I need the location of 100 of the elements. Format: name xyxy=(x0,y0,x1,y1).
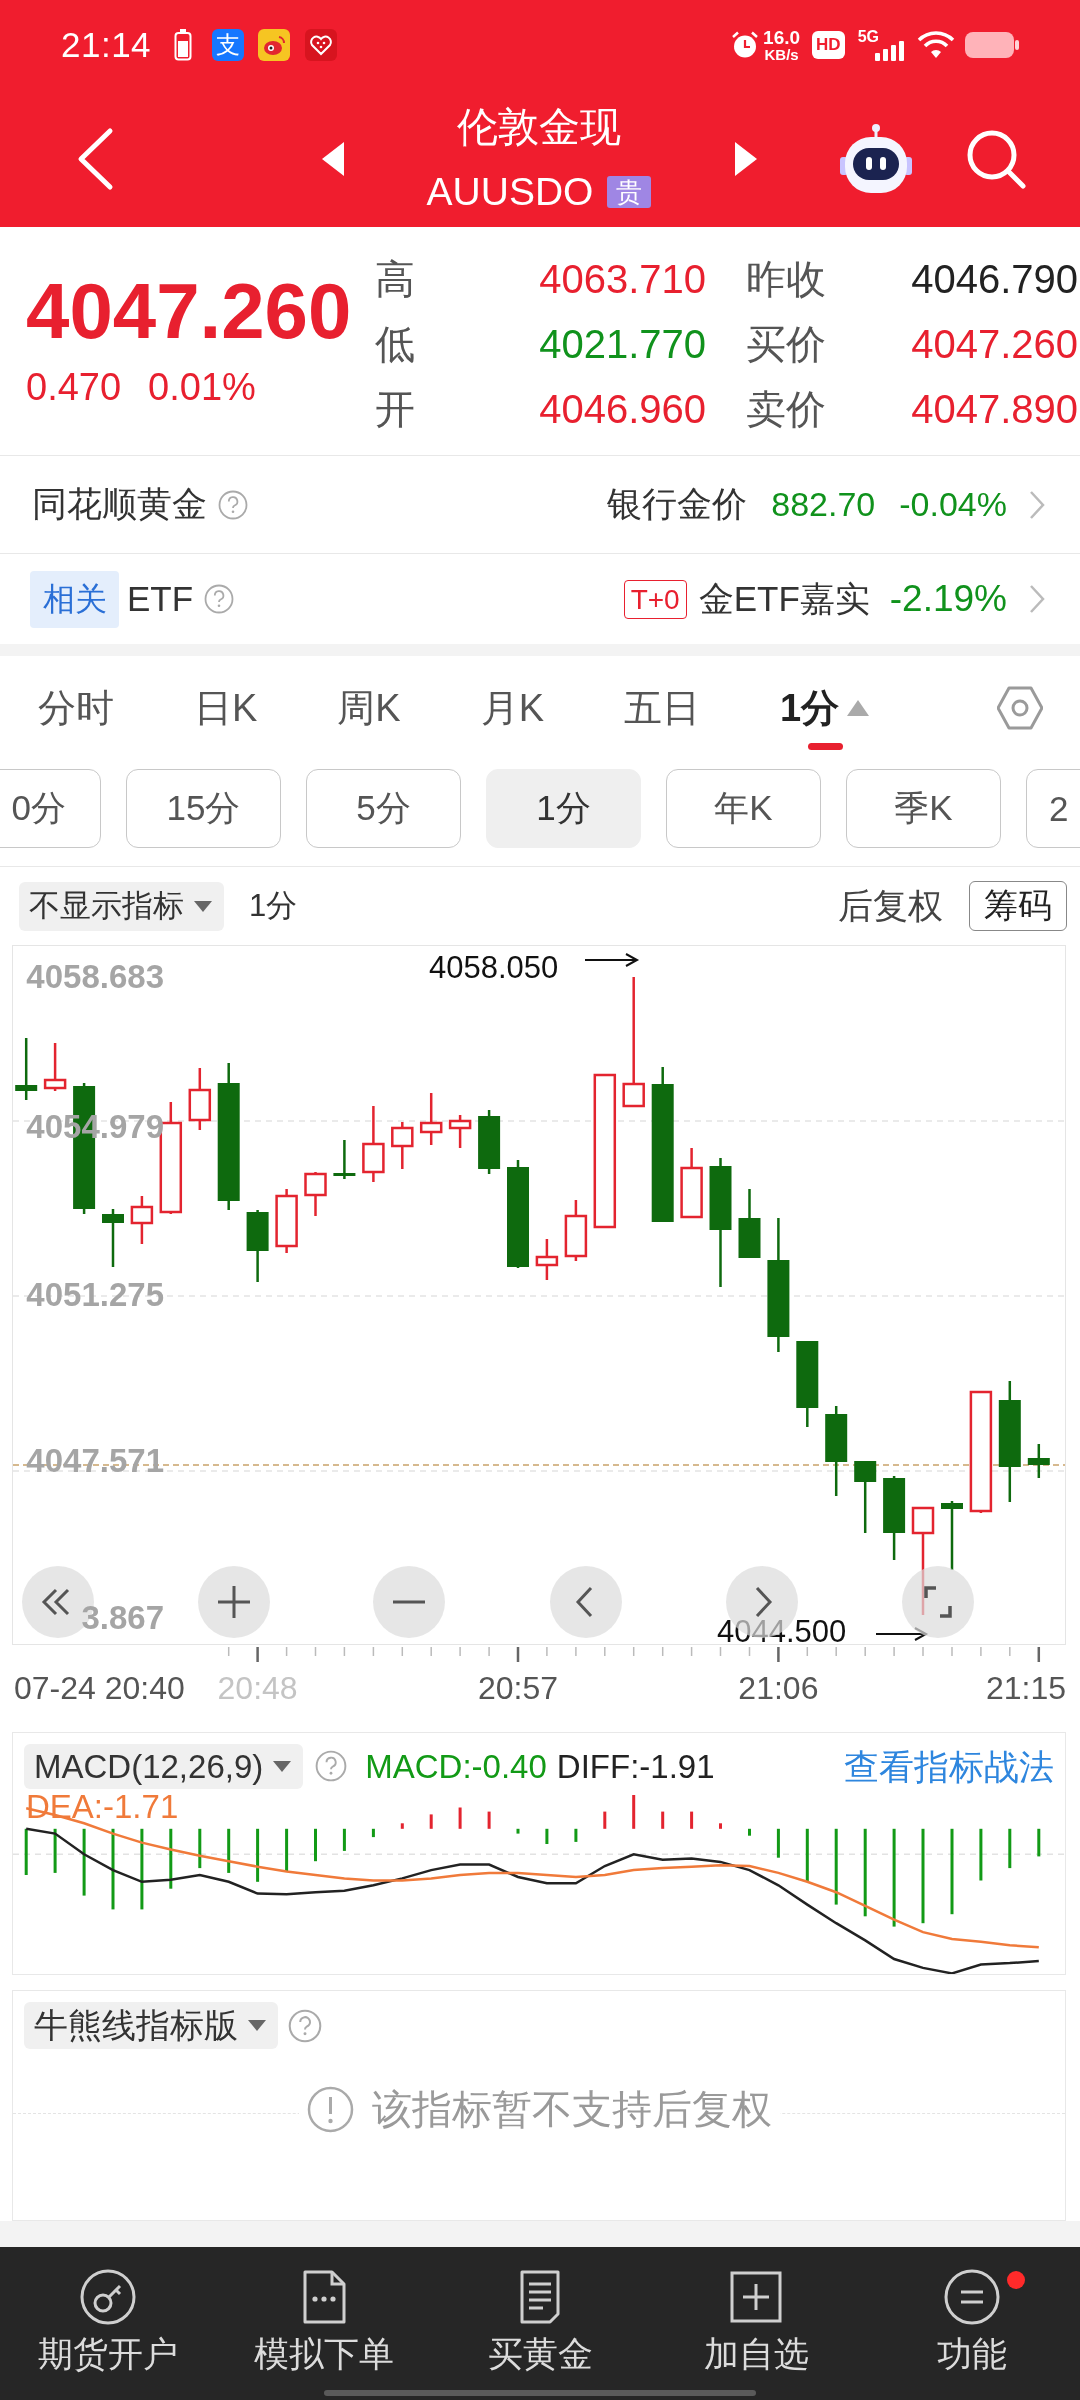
indicator-dropdown[interactable]: MACD(12,26,9) xyxy=(24,1744,304,1789)
macd-bar xyxy=(198,1828,202,1869)
minus-icon xyxy=(393,1600,425,1604)
help-icon[interactable] xyxy=(315,1750,348,1782)
period-tab[interactable]: 月K xyxy=(480,656,545,760)
percent-change: 0.01% xyxy=(148,365,256,410)
settings-icon[interactable] xyxy=(997,685,1043,731)
menu-circle-icon xyxy=(944,2269,1000,2325)
indicator-dropdown[interactable]: 不显示指标 xyxy=(19,881,224,931)
candlestick xyxy=(1027,1444,1050,1478)
macd-bar xyxy=(342,1828,346,1851)
candlestick xyxy=(275,1189,298,1253)
double-chevron-left-icon xyxy=(41,1588,70,1616)
nav-item[interactable]: 模拟下单 xyxy=(216,2247,432,2400)
diff-value: DIFF:-1.91 xyxy=(556,1747,715,1787)
period-tab[interactable]: 周K xyxy=(337,656,401,760)
plus-icon xyxy=(218,1586,250,1618)
quote-value: 882.70 xyxy=(771,485,876,524)
macd-bar xyxy=(603,1811,607,1829)
macd-bar xyxy=(979,1828,983,1881)
macd-bar xyxy=(371,1828,375,1838)
interval-button[interactable]: 5分 xyxy=(306,769,461,848)
pan-left-button[interactable] xyxy=(550,1566,622,1638)
macd-bar xyxy=(487,1811,491,1829)
key-icon xyxy=(80,2269,136,2325)
fund-name: 金ETF嘉实 xyxy=(698,577,870,620)
candlestick xyxy=(941,1501,963,1570)
stat-value: 4046.790 xyxy=(910,257,1078,302)
trading-rule-tag: T+0 xyxy=(623,579,687,619)
macd-bar xyxy=(227,1828,231,1873)
related-tag: 相关 xyxy=(30,570,119,628)
help-icon[interactable] xyxy=(204,584,235,614)
macd-bar xyxy=(53,1828,57,1873)
candlestick xyxy=(564,1200,588,1261)
nav-item[interactable]: 加自选 xyxy=(648,2247,864,2400)
price-axis-label: 4058.683 xyxy=(26,958,164,995)
indicator-dropdown[interactable]: 牛熊线指标版 xyxy=(24,2002,278,2049)
nav-item[interactable]: 买黄金 xyxy=(432,2247,648,2400)
stat-label: 高 xyxy=(375,256,416,303)
help-icon[interactable] xyxy=(218,489,248,520)
chips-button[interactable]: 筹码 xyxy=(969,881,1067,931)
macd-bar xyxy=(256,1828,260,1882)
interval-label: 1分 xyxy=(249,887,298,925)
zoom-out-button[interactable] xyxy=(373,1566,445,1638)
unsupported-message: 该指标暂不支持后复权 xyxy=(371,2085,772,2133)
macd-bar xyxy=(516,1828,520,1834)
dea-value: DEA:-1.71 xyxy=(26,1787,179,1827)
period-tab[interactable]: 分时 xyxy=(38,656,114,760)
macd-bar xyxy=(748,1828,751,1836)
macd-bar xyxy=(776,1828,780,1858)
interval-button[interactable]: 年K xyxy=(666,769,821,848)
candlestick xyxy=(188,1068,212,1130)
macd-bar xyxy=(805,1828,809,1882)
fund-change: -2.19% xyxy=(889,578,1007,620)
candlestick xyxy=(15,1038,38,1100)
nav-item[interactable]: 功能 xyxy=(864,2247,1080,2400)
candlestick xyxy=(304,1172,327,1216)
caret-down-icon xyxy=(194,900,212,912)
strategy-link[interactable]: 查看指标战法 xyxy=(844,1744,1054,1789)
price-axis-label: 3.867 xyxy=(81,1599,164,1636)
high-price-note: 4058.050 xyxy=(429,950,559,985)
macd-bar xyxy=(632,1795,636,1829)
period-tab[interactable]: 日K xyxy=(194,656,258,760)
triangle-left-icon[interactable] xyxy=(322,141,344,176)
stat-label: 买价 xyxy=(745,321,827,368)
stat-value: 4063.710 xyxy=(538,257,706,302)
macd-bar xyxy=(1008,1828,1012,1869)
macd-bar xyxy=(574,1828,578,1842)
wifi-icon xyxy=(917,31,955,59)
macd-value: MACD:-0.40 xyxy=(365,1747,547,1787)
interval-button[interactable]: 15分 xyxy=(126,769,281,848)
stat-value: 4046.960 xyxy=(538,387,706,432)
signal-icon xyxy=(875,41,905,61)
period-tab[interactable]: 五日 xyxy=(624,656,701,760)
robot-icon[interactable] xyxy=(840,122,912,195)
stat-label: 开 xyxy=(375,386,416,433)
macd-bar xyxy=(24,1828,28,1875)
zoom-in-button[interactable] xyxy=(198,1566,270,1638)
adjustment-label[interactable]: 后复权 xyxy=(838,882,943,930)
interval-button[interactable]: 季K xyxy=(846,769,1001,848)
price-axis-label: 4047.571 xyxy=(26,1442,164,1479)
instrument-code: AUUSDO xyxy=(426,170,594,214)
quote-label: 银行金价 xyxy=(607,483,748,525)
fullscreen-button[interactable] xyxy=(902,1566,974,1638)
candlestick xyxy=(478,1110,501,1174)
time-axis-label: 21:15 xyxy=(985,1670,1066,1706)
macd-bar xyxy=(400,1823,404,1829)
nav-item[interactable]: 期货开户 xyxy=(0,2247,216,2400)
interval-button[interactable]: 2 xyxy=(1026,769,1080,848)
help-icon[interactable] xyxy=(288,2009,322,2043)
low-price-note: 4044.500 xyxy=(717,1614,847,1644)
interval-button[interactable]: 1分 xyxy=(486,769,641,848)
candlestick xyxy=(419,1093,443,1145)
last-price: 4047.260 xyxy=(26,266,353,356)
interval-button[interactable]: 0分 xyxy=(0,769,101,848)
period-tab[interactable]: 1分 xyxy=(780,656,870,760)
macd-bar xyxy=(429,1814,433,1829)
stat-value: 4021.770 xyxy=(538,322,706,367)
macd-bar xyxy=(690,1811,694,1829)
triangle-right-icon[interactable] xyxy=(735,141,757,176)
